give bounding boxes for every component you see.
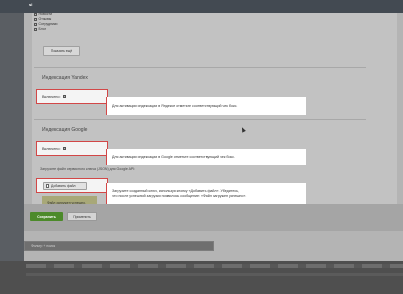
show-more-button[interactable]: Показать ещё <box>43 46 80 56</box>
upload-callout: Загрузите созданный ключ, используя кноп… <box>106 183 306 205</box>
callout-text: Для активации индексации в Яндексе отмет… <box>112 103 238 108</box>
save-button[interactable]: Сохранить <box>30 212 63 221</box>
list-row <box>26 264 403 268</box>
left-sidebar <box>0 13 24 261</box>
top-bar: sl <box>0 0 403 13</box>
checkbox-label: Блог <box>38 27 47 31</box>
enabled-label: Включено: <box>42 146 61 151</box>
list-item[interactable]: ✓ Блог <box>34 27 57 32</box>
google-enabled-field[interactable]: Включено: ✓ <box>36 141 108 156</box>
google-enabled-checkbox[interactable]: ✓ <box>62 147 66 150</box>
yandex-callout: Для активации индексации в Яндексе отмет… <box>106 97 306 115</box>
checkbox[interactable]: ✓ <box>34 13 37 16</box>
filter-search-input[interactable]: Фильтр + поиск <box>24 241 214 251</box>
checkbox[interactable]: ✓ <box>34 23 37 26</box>
checkbox[interactable]: ✓ <box>34 18 37 21</box>
list-row <box>26 273 403 276</box>
google-callout: Для активации индексации в Google отметь… <box>106 149 306 165</box>
callout-text-line2: что после успешной загрузки появилось со… <box>112 194 247 198</box>
section-divider <box>34 67 366 68</box>
checkbox[interactable]: ✓ <box>34 28 37 31</box>
file-icon <box>46 183 49 188</box>
upload-field: Добавить файл <box>36 178 108 193</box>
apply-button[interactable]: Применить <box>67 212 97 221</box>
add-file-label: Добавить файл <box>51 183 76 188</box>
google-section-title: Индексация Google <box>42 127 88 133</box>
yandex-enabled-checkbox[interactable]: ✓ <box>62 95 66 98</box>
add-file-button[interactable]: Добавить файл <box>43 181 87 190</box>
callout-text: Для активации индексации в Google отметь… <box>112 154 235 159</box>
enabled-label: Включено: <box>42 94 61 99</box>
brand-logo: sl <box>29 2 33 7</box>
checkbox-list: ✓ Новости ✓ Отзывы ✓ Сотрудники ✓ Блог <box>34 12 57 32</box>
upload-label: Загрузите файл сервисного ключа (JSON) д… <box>40 167 136 171</box>
yandex-section-title: Индексация Yandex <box>42 75 88 81</box>
background-list <box>0 261 403 294</box>
yandex-enabled-field[interactable]: Включено: ✓ <box>36 89 108 104</box>
section-divider <box>34 119 366 120</box>
